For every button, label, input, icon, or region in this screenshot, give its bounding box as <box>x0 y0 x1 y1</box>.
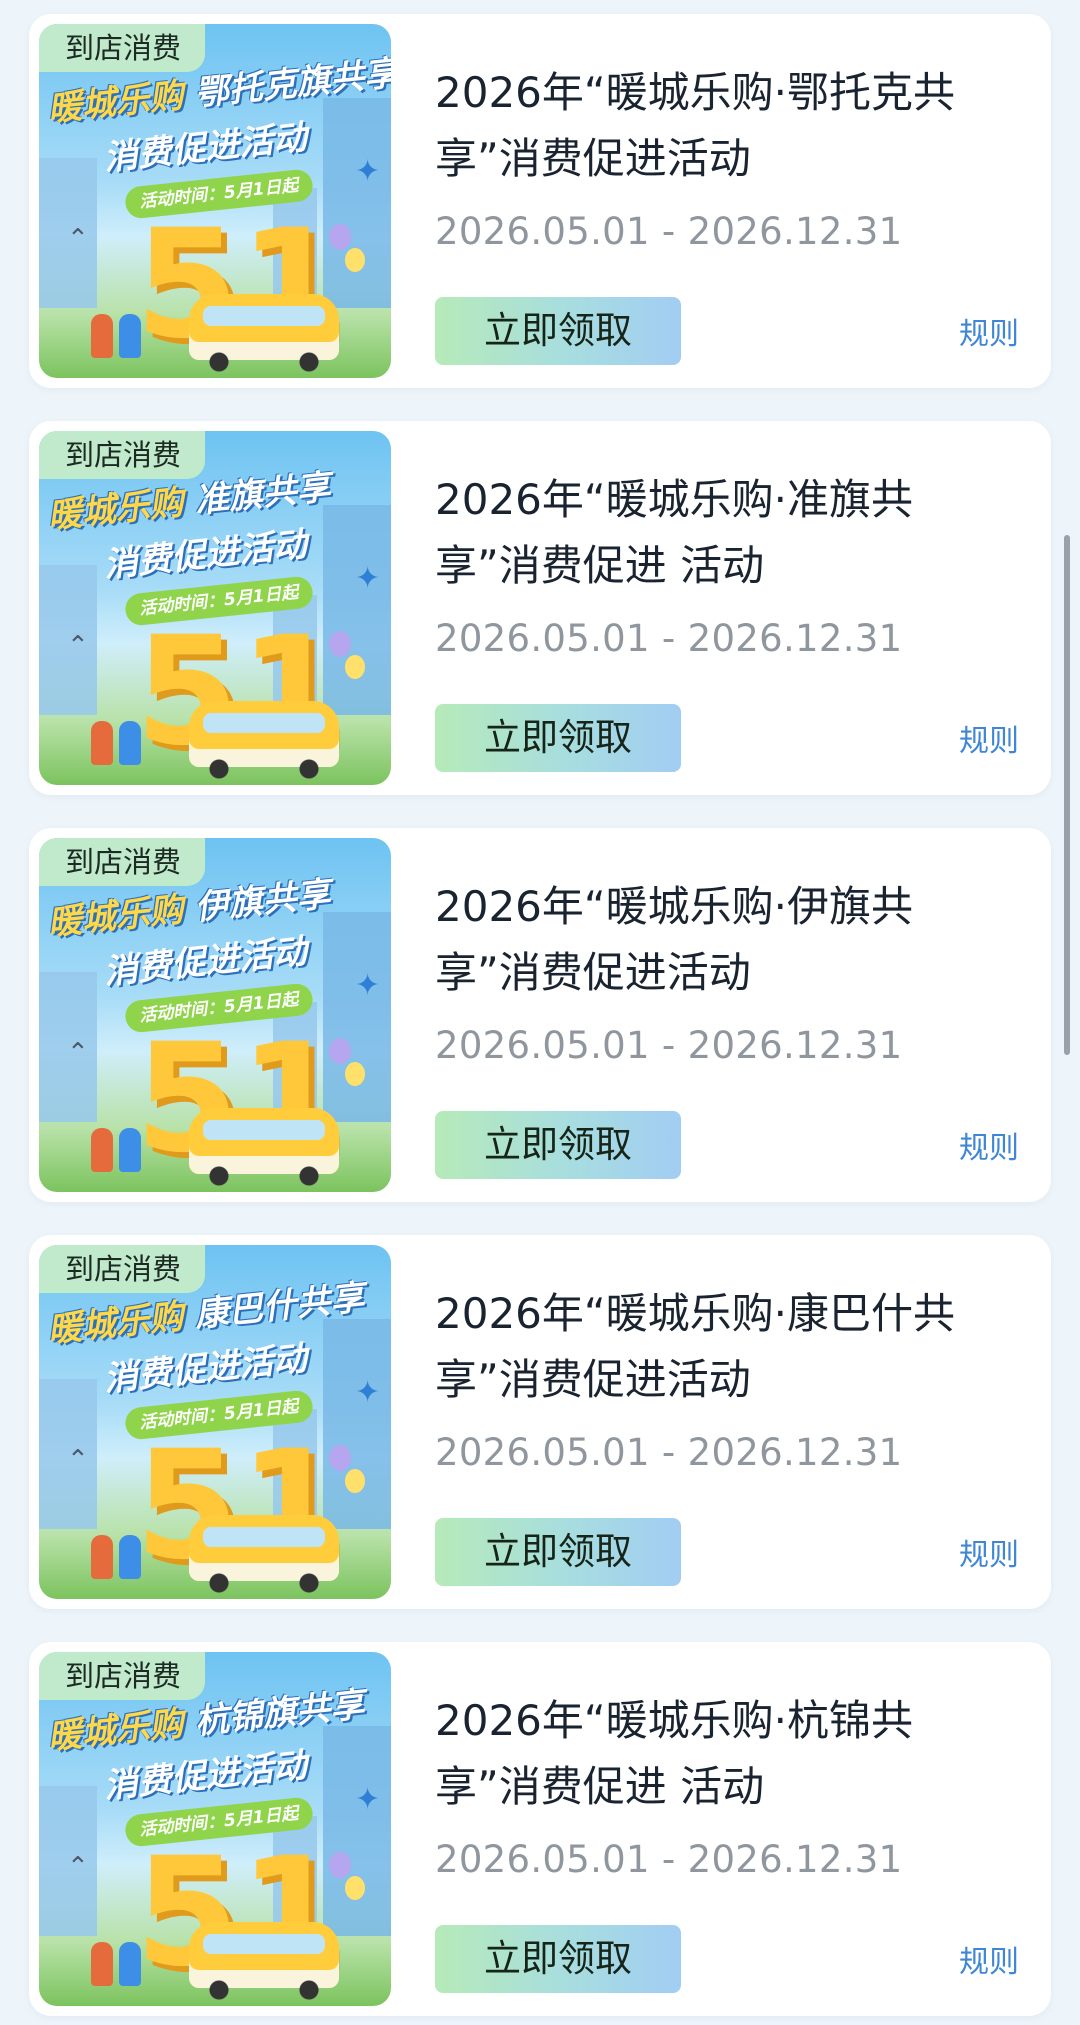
activity-date-range: 2026.05.01 - 2026.12.31 <box>435 1838 903 1881</box>
category-tag: 到店消费 <box>39 24 206 72</box>
van-graphic <box>189 294 339 372</box>
category-tag: 到店消费 <box>39 1652 206 1700</box>
activity-card[interactable]: 到店消费 暖城乐购 康巴什共享 消费促进活动 活动时间：5月1日起 51 ⌃ ✦… <box>29 1235 1051 1609</box>
activity-title[interactable]: 2026年“暖城乐购·伊旗共享”消费促进活动 <box>435 874 1015 1006</box>
balloon-icon <box>329 631 351 657</box>
balloon-icon <box>345 1469 365 1493</box>
van-graphic <box>189 701 339 779</box>
balloon-icon <box>345 1062 365 1086</box>
child-figure <box>119 1128 141 1172</box>
claim-button[interactable]: 立即领取 <box>435 1518 681 1586</box>
scrollbar[interactable] <box>1064 535 1070 1055</box>
balloon-icon <box>329 1038 351 1064</box>
activity-card[interactable]: 到店消费 暖城乐购 杭锦旗共享 消费促进活动 活动时间：5月1日起 51 ⌃ ✦… <box>29 1642 1051 2016</box>
bird-icon: ⌃ <box>67 1852 89 1882</box>
balloon-icon <box>329 224 351 250</box>
bird-icon: ⌃ <box>67 631 89 661</box>
butterfly-icon: ✦ <box>355 968 381 1003</box>
activity-title[interactable]: 2026年“暖城乐购·准旗共享”消费促进 活动 <box>435 467 1015 599</box>
banner-brand: 暖城乐购 <box>45 75 186 130</box>
child-figure <box>119 1942 141 1986</box>
butterfly-icon: ✦ <box>355 154 381 189</box>
balloon-icon <box>345 248 365 272</box>
bird-icon: ⌃ <box>67 1038 89 1068</box>
child-figure <box>91 1128 113 1172</box>
activity-card[interactable]: 到店消费 暖城乐购 准旗共享 消费促进活动 活动时间：5月1日起 51 ⌃ ✦ … <box>29 421 1051 795</box>
activity-date-range: 2026.05.01 - 2026.12.31 <box>435 617 903 660</box>
child-figure <box>119 314 141 358</box>
van-graphic <box>189 1108 339 1186</box>
balloon-icon <box>345 655 365 679</box>
activity-title[interactable]: 2026年“暖城乐购·康巴什共享”消费促进活动 <box>435 1281 1015 1413</box>
activity-banner-image[interactable]: 到店消费 暖城乐购 鄂托克旗共享 消费促进活动 活动时间：5月1日起 51 ⌃ … <box>39 24 391 378</box>
child-figure <box>91 721 113 765</box>
activity-title[interactable]: 2026年“暖城乐购·鄂托克共享”消费促进活动 <box>435 60 1015 192</box>
butterfly-icon: ✦ <box>355 561 381 596</box>
activity-list: 到店消费 暖城乐购 鄂托克旗共享 消费促进活动 活动时间：5月1日起 51 ⌃ … <box>0 0 1080 2025</box>
activity-card[interactable]: 到店消费 暖城乐购 伊旗共享 消费促进活动 活动时间：5月1日起 51 ⌃ ✦ … <box>29 828 1051 1202</box>
activity-title[interactable]: 2026年“暖城乐购·杭锦共享”消费促进 活动 <box>435 1688 1015 1820</box>
balloon-icon <box>329 1852 351 1878</box>
banner-region: 伊旗共享 <box>192 874 333 929</box>
claim-button[interactable]: 立即领取 <box>435 1925 681 1993</box>
butterfly-icon: ✦ <box>355 1375 381 1410</box>
activity-banner-image[interactable]: 到店消费 暖城乐购 康巴什共享 消费促进活动 活动时间：5月1日起 51 ⌃ ✦ <box>39 1245 391 1599</box>
child-figure <box>119 721 141 765</box>
activity-banner-image[interactable]: 到店消费 暖城乐购 杭锦旗共享 消费促进活动 活动时间：5月1日起 51 ⌃ ✦ <box>39 1652 391 2006</box>
rules-link[interactable]: 规则 <box>959 1123 1019 1167</box>
rules-link[interactable]: 规则 <box>959 1937 1019 1981</box>
bird-icon: ⌃ <box>67 224 89 254</box>
category-tag: 到店消费 <box>39 1245 206 1293</box>
van-graphic <box>189 1922 339 2000</box>
activity-banner-image[interactable]: 到店消费 暖城乐购 伊旗共享 消费促进活动 活动时间：5月1日起 51 ⌃ ✦ <box>39 838 391 1192</box>
banner-region: 准旗共享 <box>192 467 333 522</box>
category-tag: 到店消费 <box>39 431 206 479</box>
bird-icon: ⌃ <box>67 1445 89 1475</box>
rules-link[interactable]: 规则 <box>959 1530 1019 1574</box>
activity-date-range: 2026.05.01 - 2026.12.31 <box>435 1024 903 1067</box>
banner-brand: 暖城乐购 <box>45 889 186 944</box>
child-figure <box>91 1535 113 1579</box>
banner-brand: 暖城乐购 <box>45 1296 186 1351</box>
activity-date-range: 2026.05.01 - 2026.12.31 <box>435 210 903 253</box>
child-figure <box>91 314 113 358</box>
activity-card[interactable]: 到店消费 暖城乐购 鄂托克旗共享 消费促进活动 活动时间：5月1日起 51 ⌃ … <box>29 14 1051 388</box>
activity-date-range: 2026.05.01 - 2026.12.31 <box>435 1431 903 1474</box>
butterfly-icon: ✦ <box>355 1782 381 1817</box>
rules-link[interactable]: 规则 <box>959 716 1019 760</box>
balloon-icon <box>329 1445 351 1471</box>
child-figure <box>119 1535 141 1579</box>
category-tag: 到店消费 <box>39 838 206 886</box>
activity-banner-image[interactable]: 到店消费 暖城乐购 准旗共享 消费促进活动 活动时间：5月1日起 51 ⌃ ✦ <box>39 431 391 785</box>
claim-button[interactable]: 立即领取 <box>435 1111 681 1179</box>
van-graphic <box>189 1515 339 1593</box>
balloon-icon <box>345 1876 365 1900</box>
claim-button[interactable]: 立即领取 <box>435 297 681 365</box>
rules-link[interactable]: 规则 <box>959 309 1019 353</box>
claim-button[interactable]: 立即领取 <box>435 704 681 772</box>
banner-brand: 暖城乐购 <box>45 1703 186 1758</box>
child-figure <box>91 1942 113 1986</box>
banner-brand: 暖城乐购 <box>45 482 186 537</box>
